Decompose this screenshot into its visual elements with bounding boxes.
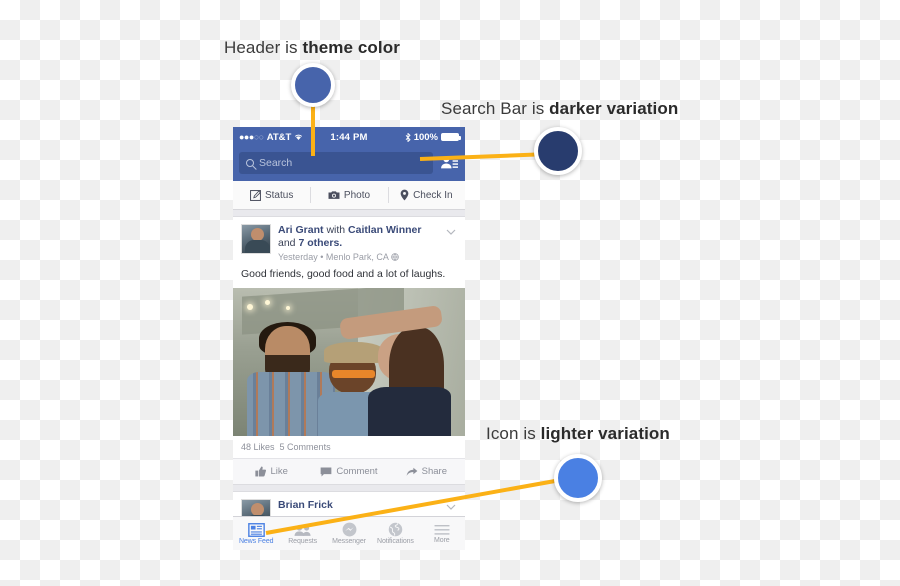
share-arrow-icon	[406, 467, 418, 476]
ios-status-bar: ●●●○○ AT&T 1:44 PM 100%	[233, 127, 465, 147]
post-and-text: and	[278, 237, 296, 249]
swatch-theme-color	[291, 63, 335, 107]
composer-status-button[interactable]: Status	[233, 181, 310, 209]
search-icon	[246, 159, 254, 167]
post-timestamp-location: Yesterday • Menlo Park, CA	[278, 252, 438, 262]
post-comments-count[interactable]: 5 Comments	[280, 442, 331, 452]
annotation-icon-emphasis: lighter variation	[540, 424, 670, 443]
post-timestamp: Yesterday	[278, 252, 318, 262]
messenger-icon	[342, 522, 356, 537]
avatar	[241, 224, 271, 254]
tab-more[interactable]: More	[419, 524, 465, 544]
swatch-lighter-variation	[554, 454, 602, 502]
status-compose-icon	[250, 189, 261, 201]
phone-mockup: ●●●○○ AT&T 1:44 PM 100% Search Status Ph…	[233, 127, 465, 550]
tab-more-label: More	[434, 536, 450, 544]
post-author: Ari Grant	[278, 224, 324, 236]
comment-label: Comment	[336, 466, 378, 477]
search-placeholder: Search	[259, 157, 293, 169]
post-photo[interactable]	[233, 288, 465, 436]
camera-icon	[328, 191, 340, 199]
post-cotag: Caitlan Winner	[348, 224, 422, 236]
thumbs-up-icon	[255, 466, 267, 477]
tab-messenger-label: Messenger	[332, 538, 366, 545]
post-separator: •	[320, 252, 324, 262]
composer-checkin-button[interactable]: Check In	[387, 181, 465, 209]
news-feed-list[interactable]: Ari Grant with Caitlan Winner and 7 othe…	[233, 210, 465, 550]
post-author: Brian Frick	[278, 499, 333, 511]
tab-news-feed-label: News Feed	[238, 537, 274, 545]
clock-label: 1:44 PM	[330, 131, 368, 143]
carrier-label: AT&T	[266, 131, 292, 143]
comment-button[interactable]: Comment	[310, 466, 387, 477]
hamburger-more-icon	[434, 524, 450, 535]
diagram-canvas: Header is theme color Search Bar is dark…	[0, 0, 900, 586]
share-label: Share	[421, 466, 447, 477]
tab-requests-label: Requests	[288, 537, 317, 545]
annotation-label-header: Header is theme color	[224, 38, 400, 58]
location-pin-icon	[400, 189, 409, 201]
globe-icon	[391, 253, 399, 261]
signal-dots-icon: ●●●○○	[239, 132, 264, 142]
composer-photo-label: Photo	[343, 189, 371, 201]
composer-bar: Status Photo Check In	[233, 181, 465, 210]
post-stats: 48 Likes 5 Comments	[233, 436, 465, 458]
annotation-label-search: Search Bar is darker variation	[441, 99, 678, 119]
swatch-darker-variation	[534, 127, 582, 175]
like-button[interactable]: Like	[233, 466, 310, 477]
annotation-search-plain: Search Bar is	[441, 99, 550, 118]
annotation-header-plain: Header is	[224, 38, 303, 57]
post-with-text: with	[326, 224, 346, 236]
post-others: 7 others.	[298, 237, 343, 249]
chevron-down-icon[interactable]	[445, 501, 457, 513]
battery-full-icon	[441, 133, 461, 141]
chevron-down-icon[interactable]	[445, 226, 457, 238]
share-button[interactable]: Share	[388, 466, 465, 477]
wifi-icon	[295, 134, 303, 140]
composer-status-label: Status	[264, 189, 294, 201]
post-author-line: Ari Grant with Caitlan Winner and 7 othe…	[278, 224, 438, 250]
app-header: Search	[233, 147, 465, 181]
like-label: Like	[270, 466, 288, 477]
bluetooth-icon	[405, 132, 411, 142]
comment-bubble-icon	[321, 467, 332, 476]
tab-notifications-label: Notifications	[377, 538, 414, 545]
globe-notifications-icon	[388, 522, 403, 537]
tab-notifications[interactable]: Notifications	[372, 522, 418, 545]
annotation-label-icon: Icon is lighter variation	[486, 424, 670, 444]
composer-photo-button[interactable]: Photo	[310, 181, 387, 209]
annotation-search-emphasis: darker variation	[549, 99, 679, 118]
search-input[interactable]: Search	[239, 152, 433, 174]
battery-percent-label: 100%	[413, 131, 438, 143]
post-location: Menlo Park, CA	[325, 252, 389, 262]
annotation-icon-plain: Icon is	[486, 424, 541, 443]
news-feed-icon	[247, 522, 265, 537]
annotation-header-emphasis: theme color	[302, 38, 400, 57]
composer-checkin-label: Check In	[413, 189, 453, 201]
post-likes-count[interactable]: 48 Likes	[241, 442, 275, 452]
post-action-bar: Like Comment Share	[233, 458, 465, 484]
tab-messenger[interactable]: Messenger	[326, 522, 372, 545]
post-body: Good friends, good food and a lot of lau…	[241, 268, 446, 280]
feed-post[interactable]: Ari Grant with Caitlan Winner and 7 othe…	[233, 216, 465, 485]
